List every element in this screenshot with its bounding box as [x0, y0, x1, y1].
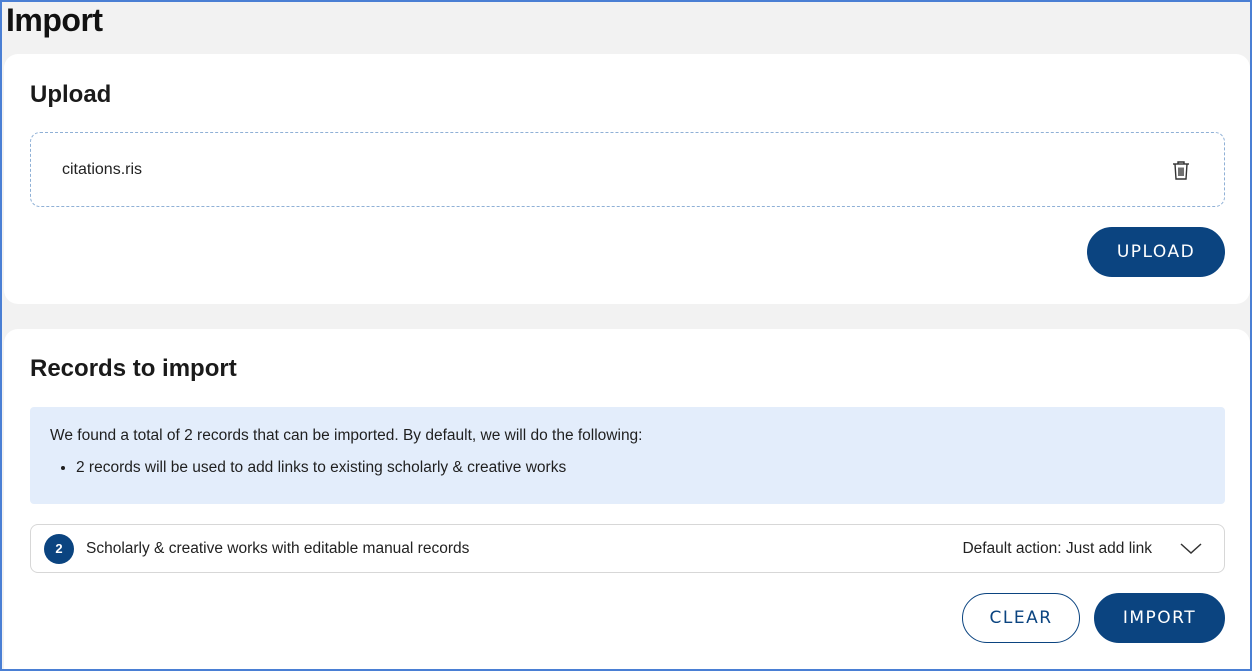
clear-button[interactable]: CLEAR: [962, 593, 1080, 643]
records-group-label: Scholarly & creative works with editable…: [86, 539, 470, 557]
default-action-label: Default action: Just add link: [962, 539, 1152, 557]
uploaded-file-name: citations.ris: [62, 160, 143, 178]
records-heading: Records to import: [30, 355, 237, 382]
records-group-accordion[interactable]: 2 Scholarly & creative works with editab…: [30, 524, 1225, 573]
record-count-badge: 2: [44, 533, 74, 564]
import-summary-text: We found a total of 2 records that can b…: [50, 427, 643, 444]
trash-icon[interactable]: [1168, 157, 1194, 183]
file-dropzone[interactable]: citations.ris: [30, 132, 1225, 207]
upload-button[interactable]: UPLOAD: [1087, 227, 1225, 277]
records-card: Records to import We found a total of 2 …: [4, 329, 1250, 669]
import-summary-bullet: 2 records will be used to add links to e…: [76, 457, 1205, 479]
chevron-down-icon[interactable]: [1180, 542, 1202, 556]
upload-heading: Upload: [30, 81, 112, 108]
import-button[interactable]: IMPORT: [1094, 593, 1225, 643]
import-summary-list: 2 records will be used to add links to e…: [50, 457, 1205, 479]
upload-card: Upload citations.ris UPLOAD: [4, 54, 1250, 304]
page-title: Import: [6, 2, 103, 38]
import-summary-box: We found a total of 2 records that can b…: [30, 407, 1225, 504]
